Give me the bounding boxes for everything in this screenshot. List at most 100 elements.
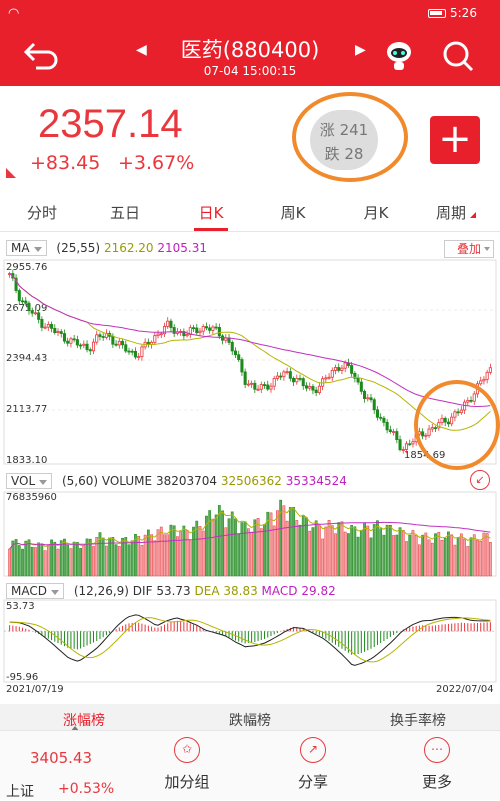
volume-bar	[395, 534, 399, 577]
candle-body	[317, 385, 321, 394]
candle-body	[17, 290, 21, 302]
volume-bar	[285, 520, 289, 577]
volume-bar	[14, 539, 18, 577]
ma55-line	[9, 273, 491, 408]
candle-body	[37, 312, 41, 320]
candle-body	[330, 369, 334, 378]
volume-bar	[353, 526, 357, 577]
volume-bar	[305, 517, 308, 577]
volume-bar	[356, 536, 360, 577]
volume-bar	[459, 533, 463, 577]
volume-bar	[69, 548, 73, 577]
volume-bar	[172, 525, 176, 577]
volume-bar	[447, 531, 450, 577]
candle-body	[256, 388, 260, 391]
add-group-label: 加分组	[164, 773, 210, 791]
candle-body	[192, 327, 196, 330]
share-button[interactable]: ↗ 分享	[268, 731, 358, 801]
volume-bar	[237, 533, 241, 577]
candle-body	[33, 312, 37, 315]
volume-bar	[443, 537, 447, 577]
volume-bar	[46, 544, 50, 577]
candle-body	[79, 344, 83, 347]
index-pct[interactable]: +0.53%	[58, 781, 114, 797]
tab-losers[interactable]: 跌幅榜	[200, 710, 300, 730]
candle-body	[211, 326, 215, 331]
volume-bar	[53, 541, 57, 577]
volume-bar	[372, 524, 376, 577]
volume-bar	[21, 548, 24, 577]
add-group-button[interactable]: ✩ 加分组	[142, 731, 232, 801]
candle-body	[27, 302, 31, 312]
volume-bar	[366, 525, 370, 577]
candle-body	[50, 323, 54, 329]
candle-body	[82, 343, 86, 346]
candle-body	[204, 326, 208, 329]
volume-bar	[169, 524, 173, 577]
volume-bar	[201, 530, 205, 577]
volume-bar	[292, 507, 295, 577]
volume-bar	[82, 545, 86, 577]
volume-bar	[240, 522, 244, 577]
volume-bar	[234, 518, 237, 577]
candle-body	[369, 397, 373, 401]
candle-body	[359, 381, 363, 392]
volume-bar	[134, 533, 137, 577]
volume-bar	[59, 540, 63, 577]
volume-bar	[347, 533, 350, 577]
rank-tabs: 涨幅榜 跌幅榜 换手率榜	[0, 704, 500, 732]
volume-bar	[388, 525, 392, 577]
candle-body	[363, 390, 367, 399]
candle-body	[382, 417, 386, 423]
candle-body	[298, 378, 302, 380]
candle-body	[233, 350, 238, 356]
candle-body	[324, 377, 328, 380]
volume-bar	[24, 540, 28, 577]
candle-body	[308, 386, 312, 389]
share-icon: ↗	[300, 737, 326, 763]
volume-bar	[179, 531, 183, 577]
volume-bar	[276, 510, 279, 577]
volume-bar	[288, 507, 292, 577]
index-name[interactable]: 上证	[6, 781, 34, 801]
dea-line	[9, 617, 491, 663]
candle-body	[66, 340, 70, 344]
candle-body	[85, 343, 89, 351]
candle-body	[169, 320, 173, 328]
candle-body	[140, 346, 144, 357]
candle-body	[156, 333, 160, 337]
more-button[interactable]: ⋯ 更多	[392, 731, 482, 801]
volume-bar	[401, 530, 405, 577]
candle-body	[372, 399, 376, 411]
candle-body	[404, 443, 409, 450]
tab-turnover[interactable]: 换手率榜	[368, 710, 468, 730]
volume-bar	[301, 515, 305, 577]
candle-body	[101, 336, 105, 338]
candle-body	[117, 340, 121, 346]
candle-body	[301, 378, 305, 387]
volume-bar	[330, 525, 334, 577]
volume-bar	[295, 520, 299, 577]
candle-body	[75, 339, 79, 346]
tab-gainers[interactable]: 涨幅榜	[34, 710, 134, 730]
candle-body	[259, 384, 263, 390]
candle-body	[40, 319, 44, 328]
volume-bar	[411, 530, 415, 577]
volume-bar	[472, 534, 476, 577]
candle-body	[46, 323, 50, 328]
candle-body	[395, 431, 399, 441]
candle-body	[95, 334, 99, 343]
candle-body	[479, 380, 483, 385]
candle-body	[121, 340, 125, 346]
index-value[interactable]: 3405.43	[30, 749, 92, 767]
candle-body	[488, 367, 492, 373]
volume-bar	[56, 548, 60, 577]
candle-body	[166, 320, 170, 327]
volume-bar	[259, 528, 263, 577]
volume-bar	[363, 522, 366, 577]
volume-bar	[185, 530, 189, 577]
volume-bar	[421, 534, 425, 577]
candle-body	[356, 377, 360, 383]
volume-bar	[269, 512, 273, 577]
candle-body	[333, 367, 338, 371]
